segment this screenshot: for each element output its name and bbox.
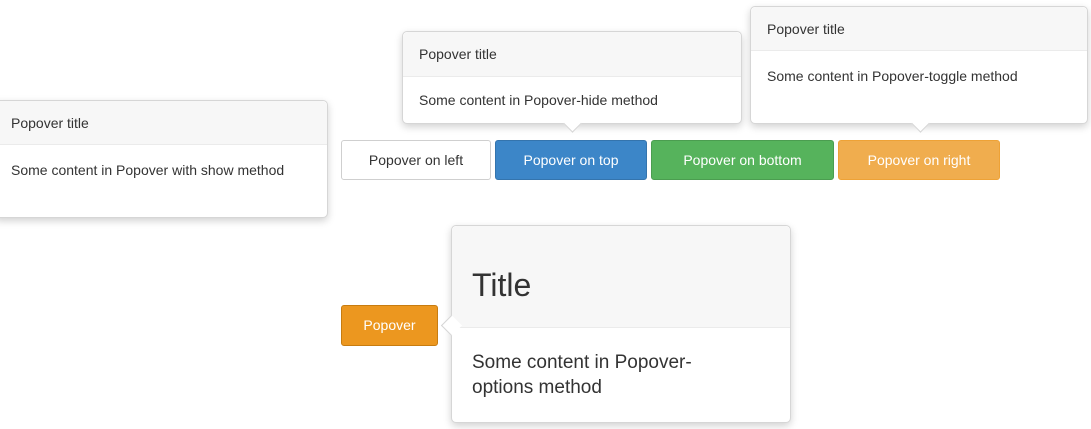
popover-button[interactable]: Popover (341, 305, 438, 346)
popover-toggle: Popover title Some content in Popover-to… (750, 6, 1088, 124)
popover-on-left-button[interactable]: Popover on left (341, 140, 491, 180)
popover-on-right-button[interactable]: Popover on right (838, 140, 1000, 180)
popover-on-top-button[interactable]: Popover on top (495, 140, 647, 180)
popover-on-bottom-button[interactable]: Popover on bottom (651, 140, 834, 180)
popover-content: Some content in Popover-options method (472, 352, 692, 398)
popover-content: Some content in Popover with show method (11, 162, 285, 178)
popover-title: Popover title (751, 7, 1087, 51)
popover-hide: Popover title Some content in Popover-hi… (402, 31, 742, 124)
popover-title: Popover title (403, 32, 741, 77)
popover-title: Title (452, 226, 790, 328)
popover-options: Title Some content in Popover-options me… (451, 225, 791, 423)
popover-title: Popover title (0, 101, 327, 145)
popover-content: Some content in Popover-toggle method (767, 68, 1018, 84)
popover-show: Popover title Some content in Popover wi… (0, 100, 328, 218)
popover-content: Some content in Popover-hide method (419, 92, 658, 108)
